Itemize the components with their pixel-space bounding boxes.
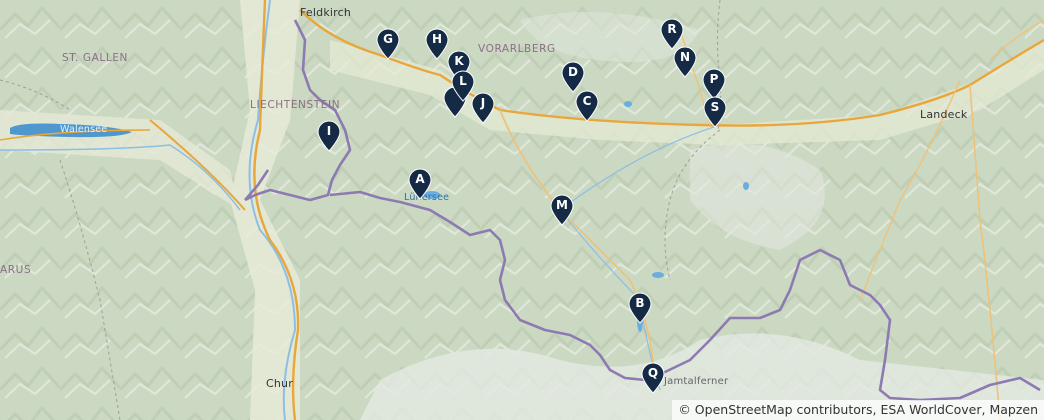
label-walensee: Walensee [60,124,108,135]
map-marker-b[interactable]: B [627,292,653,324]
label-chur: Chur [266,377,293,390]
marker-q-label: Q [647,366,659,380]
map-marker-q[interactable]: Q [640,362,666,394]
map-marker-m[interactable]: M [549,194,575,226]
map-marker-c[interactable]: C [574,90,600,122]
marker-k-label: K [454,54,464,68]
label-vorarlberg: VORARLBERG [478,43,556,55]
marker-m-label: M [556,198,568,212]
map-marker-d[interactable]: D [560,61,586,93]
map-view[interactable]: Feldkirch ST. GALLEN LIECHTENSTEIN Walen… [0,0,1044,420]
label-jamtalferner: Jamtalferner [664,376,729,387]
map-attribution[interactable]: © OpenStreetMap contributors, ESA WorldC… [672,400,1044,420]
marker-g-label: G [383,32,393,46]
marker-n-label: N [679,50,691,64]
marker-p-label: P [709,72,719,86]
label-st-gallen: ST. GALLEN [62,52,129,64]
map-marker-i[interactable]: I [316,120,342,152]
label-liechtenstein: LIECHTENSTEIN [250,99,341,111]
marker-a-label: A [415,172,425,186]
map-marker-l[interactable]: L [450,70,476,102]
map-marker-a[interactable]: A [407,168,433,200]
marker-b-label: B [635,296,645,310]
label-glarus: ARUS [0,264,32,276]
marker-r-label: R [667,22,677,36]
map-marker-n[interactable]: N [672,46,698,78]
marker-h-label: H [431,32,443,46]
marker-c-label: C [582,94,592,108]
map-terrain [0,0,1044,420]
marker-d-label: D [568,65,578,79]
map-marker-g[interactable]: G [375,28,401,60]
map-marker-r[interactable]: R [659,18,685,50]
marker-l-label: L [459,74,467,88]
map-marker-s[interactable]: S [702,96,728,128]
marker-s-label: S [710,100,720,114]
label-feldkirch: Feldkirch [300,6,352,19]
marker-i-label: I [326,124,332,138]
label-landeck: Landeck [920,108,968,121]
